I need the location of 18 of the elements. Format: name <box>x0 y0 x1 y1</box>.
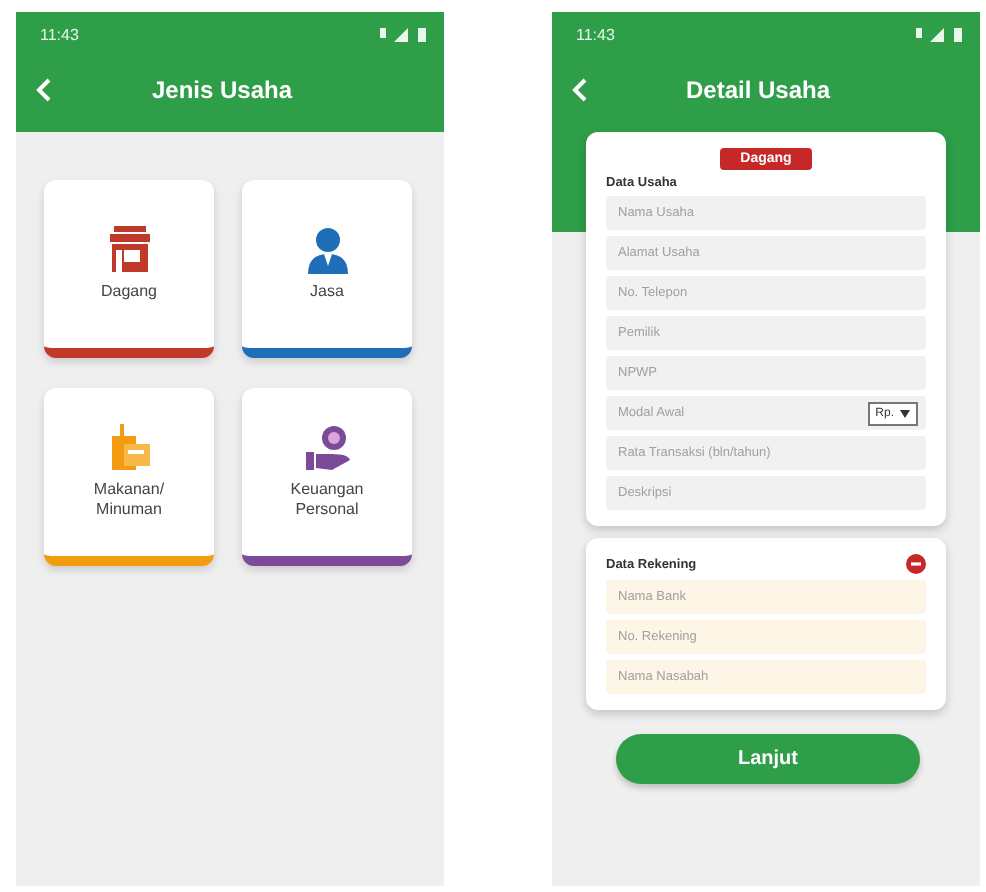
money-hand-icon <box>303 424 351 473</box>
back-icon[interactable] <box>36 78 52 102</box>
status-icons <box>916 26 964 42</box>
back-icon[interactable] <box>572 78 588 102</box>
category-card[interactable]: Keuangan Personal <box>242 388 412 566</box>
screen-title: Detail Usaha <box>683 76 833 104</box>
food-icon <box>107 424 151 473</box>
remove-icon[interactable] <box>906 554 926 574</box>
category-card[interactable]: Jasa <box>242 180 412 358</box>
shop-icon <box>107 226 151 275</box>
status-time: 11:43 <box>576 25 615 43</box>
status-icons <box>380 26 428 42</box>
caret-icon <box>900 409 910 417</box>
person-icon <box>305 226 349 275</box>
category-card[interactable]: Dagang <box>44 180 214 358</box>
status-time: 11:43 <box>40 25 79 43</box>
screen-title: Jenis Usaha <box>149 76 295 104</box>
category-card[interactable]: Makanan/ Minuman <box>44 388 214 566</box>
